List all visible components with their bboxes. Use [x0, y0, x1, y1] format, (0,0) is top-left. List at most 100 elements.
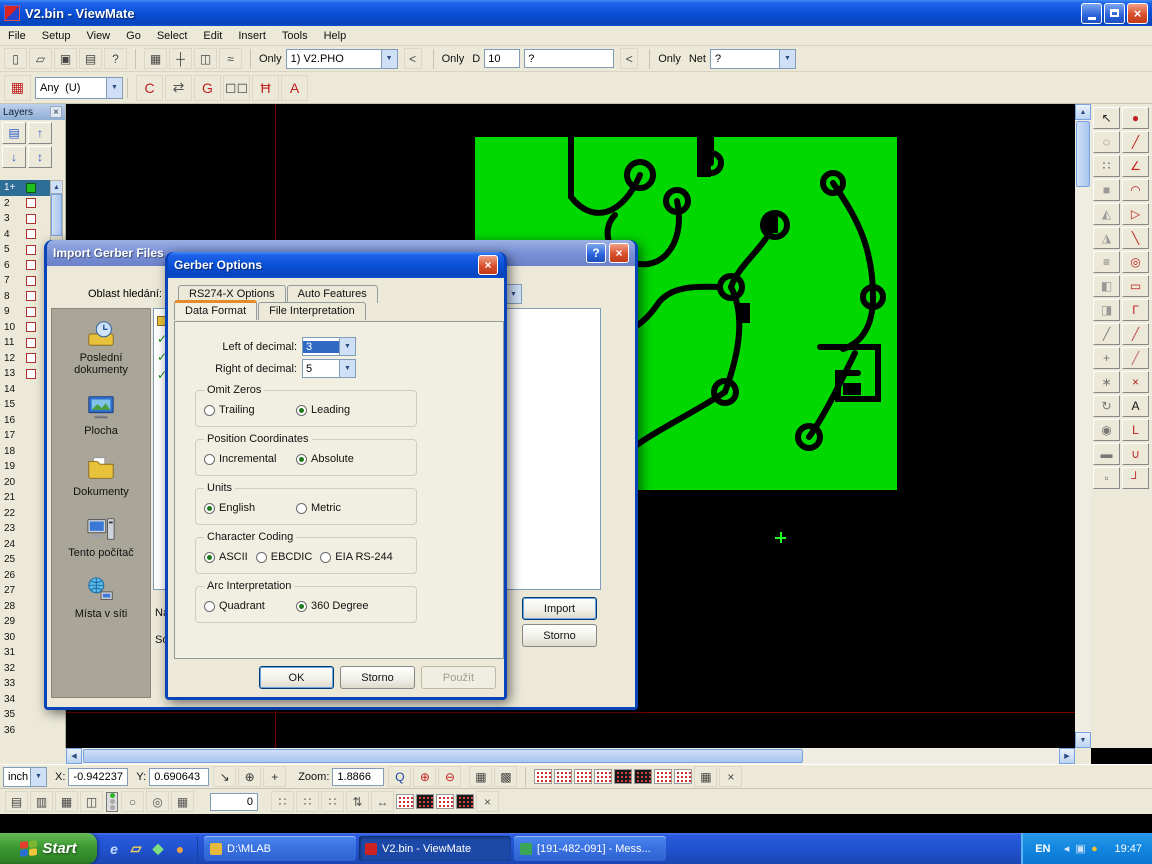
- internet-explorer-icon[interactable]: e: [105, 840, 123, 858]
- radio-circle-icon[interactable]: [204, 405, 215, 416]
- layer-visibility-swatch[interactable]: [26, 214, 36, 224]
- layer-visibility-swatch[interactable]: [26, 198, 36, 208]
- layer-row-2[interactable]: 2: [0, 196, 50, 212]
- layer-row-33[interactable]: 33: [0, 676, 50, 692]
- chevron-down-icon[interactable]: ▼: [339, 338, 355, 355]
- scroll-up-icon[interactable]: ▲: [1075, 104, 1091, 120]
- layer-row-26[interactable]: 26: [0, 568, 50, 584]
- radio-trailing[interactable]: Trailing: [204, 404, 296, 416]
- grid-step-value[interactable]: 0: [210, 793, 258, 811]
- menu-insert[interactable]: Insert: [230, 28, 274, 44]
- aperture-grid-icon[interactable]: ▦: [4, 75, 31, 101]
- layer-row-29[interactable]: 29: [0, 614, 50, 630]
- place-documents[interactable]: Dokumenty: [55, 453, 147, 498]
- radio-circle-icon[interactable]: [256, 552, 267, 563]
- draw-dashed-icon[interactable]: ╱: [1122, 347, 1149, 369]
- layer-row-4[interactable]: 4: [0, 227, 50, 243]
- place-recent-documents[interactable]: Poslední dokumenty: [55, 319, 147, 376]
- zoom-window-icon[interactable]: ◌: [1093, 131, 1120, 153]
- pan-tool-icon[interactable]: +: [1093, 347, 1120, 369]
- layer-row-3[interactable]: 3: [0, 211, 50, 227]
- dcode-pattern-7[interactable]: [654, 769, 672, 784]
- units-combo[interactable]: inch▼: [3, 767, 47, 787]
- center-tool-icon[interactable]: ◉: [1093, 419, 1120, 441]
- filled-shape-icon[interactable]: ■: [1093, 179, 1120, 201]
- menu-view[interactable]: View: [78, 28, 118, 44]
- dcode-pattern-2[interactable]: [554, 769, 572, 784]
- zoom-in-icon[interactable]: ⊕: [413, 766, 436, 787]
- layer-row-21[interactable]: 21: [0, 490, 50, 506]
- menu-file[interactable]: File: [0, 28, 34, 44]
- save-file-icon[interactable]: ▣: [54, 48, 77, 69]
- layer-visibility-swatch[interactable]: [26, 229, 36, 239]
- pad-pattern-2[interactable]: [416, 794, 434, 809]
- layer-down-icon[interactable]: ↓: [2, 146, 26, 168]
- draw-corner-icon[interactable]: Γ: [1122, 299, 1149, 321]
- radio-360-degree[interactable]: 360 Degree: [296, 600, 388, 612]
- draw-polyline-icon[interactable]: ∠: [1122, 155, 1149, 177]
- scroll-thumb[interactable]: [1076, 121, 1090, 187]
- grid-icon[interactable]: ▦: [469, 766, 492, 787]
- draw-arc-icon[interactable]: ◠: [1122, 179, 1149, 201]
- dcode-input[interactable]: 10: [484, 49, 520, 68]
- context-help-icon[interactable]: ?: [104, 48, 127, 69]
- task-viewmate[interactable]: V2.bin - ViewMate: [359, 836, 511, 861]
- layer-row-35[interactable]: 35: [0, 707, 50, 723]
- clear-icon[interactable]: ×: [476, 791, 499, 812]
- scroll-thumb[interactable]: [83, 749, 803, 763]
- radio-circle-icon[interactable]: [296, 503, 307, 514]
- place-desktop[interactable]: Plocha: [55, 392, 147, 437]
- flatten-tool-icon[interactable]: ▬: [1093, 443, 1120, 465]
- corner-trace-icon[interactable]: ┘: [1122, 467, 1149, 489]
- layer-row-34[interactable]: 34: [0, 692, 50, 708]
- select-cursor-icon[interactable]: ↖: [1093, 107, 1120, 129]
- zoom-select-icon[interactable]: Q: [388, 766, 411, 787]
- layer-row-1[interactable]: 1+: [0, 180, 50, 196]
- place-my-computer[interactable]: Tento počítač: [55, 514, 147, 559]
- dcode-pattern-1[interactable]: [534, 769, 552, 784]
- flip-view-icon[interactable]: ◫: [80, 791, 103, 812]
- menu-select[interactable]: Select: [149, 28, 196, 44]
- layer-row-13[interactable]: 13: [0, 366, 50, 382]
- shape-filter-combo[interactable]: Any (U) ▼: [35, 77, 123, 99]
- star-tool-icon[interactable]: ∗: [1093, 371, 1120, 393]
- circle-dot-icon[interactable]: ◎: [146, 791, 169, 812]
- layer-visibility-swatch[interactable]: [26, 260, 36, 270]
- move-arrows-icon[interactable]: ↔: [371, 791, 394, 812]
- layer-row-11[interactable]: 11: [0, 335, 50, 351]
- tab-file-interpretation[interactable]: File Interpretation: [258, 302, 366, 320]
- layer-visibility-swatch[interactable]: [26, 276, 36, 286]
- radio-circle-icon[interactable]: [296, 454, 307, 465]
- help-icon[interactable]: ?: [586, 243, 606, 263]
- draw-line2-icon[interactable]: ╲: [1122, 227, 1149, 249]
- radio-circle-icon[interactable]: [296, 601, 307, 612]
- restore-button[interactable]: [1104, 3, 1125, 24]
- rotate-tool-icon[interactable]: ↻: [1093, 395, 1120, 417]
- close-icon[interactable]: ×: [609, 243, 629, 263]
- select-net-icon[interactable]: ▦: [144, 48, 167, 69]
- layer-visibility-swatch[interactable]: [26, 338, 36, 348]
- align-right-icon[interactable]: ◨: [1093, 299, 1120, 321]
- menu-edit[interactable]: Edit: [195, 28, 230, 44]
- pointer-coords-icon[interactable]: ↘: [213, 766, 236, 787]
- right-decimal-combo[interactable]: 5 ▼: [302, 359, 356, 378]
- c-aperture-icon[interactable]: C: [136, 75, 163, 101]
- cut-tool-icon[interactable]: ×: [1122, 371, 1149, 393]
- ok-button[interactable]: OK: [259, 666, 334, 689]
- snap-points-icon[interactable]: ∷: [1093, 155, 1120, 177]
- pad-pattern-4[interactable]: [456, 794, 474, 809]
- u-shape-icon[interactable]: ∪: [1122, 443, 1149, 465]
- dcode-pattern-6[interactable]: [634, 769, 652, 784]
- layer-visibility-swatch[interactable]: [26, 291, 36, 301]
- draw-trace-icon[interactable]: ╱: [1122, 131, 1149, 153]
- draw-rect-icon[interactable]: ▭: [1122, 275, 1149, 297]
- film-grid-icon[interactable]: ▦: [694, 766, 717, 787]
- text-tool-icon[interactable]: A: [1122, 395, 1149, 417]
- chevron-down-icon[interactable]: ▼: [106, 78, 122, 98]
- menu-go[interactable]: Go: [118, 28, 149, 44]
- radio-ascii[interactable]: ASCII: [204, 551, 248, 563]
- dock-tool-icon[interactable]: ▫: [1093, 467, 1120, 489]
- scroll-thumb[interactable]: [51, 194, 62, 236]
- grid-fine-icon[interactable]: ▩: [494, 766, 517, 787]
- layer-row-9[interactable]: 9: [0, 304, 50, 320]
